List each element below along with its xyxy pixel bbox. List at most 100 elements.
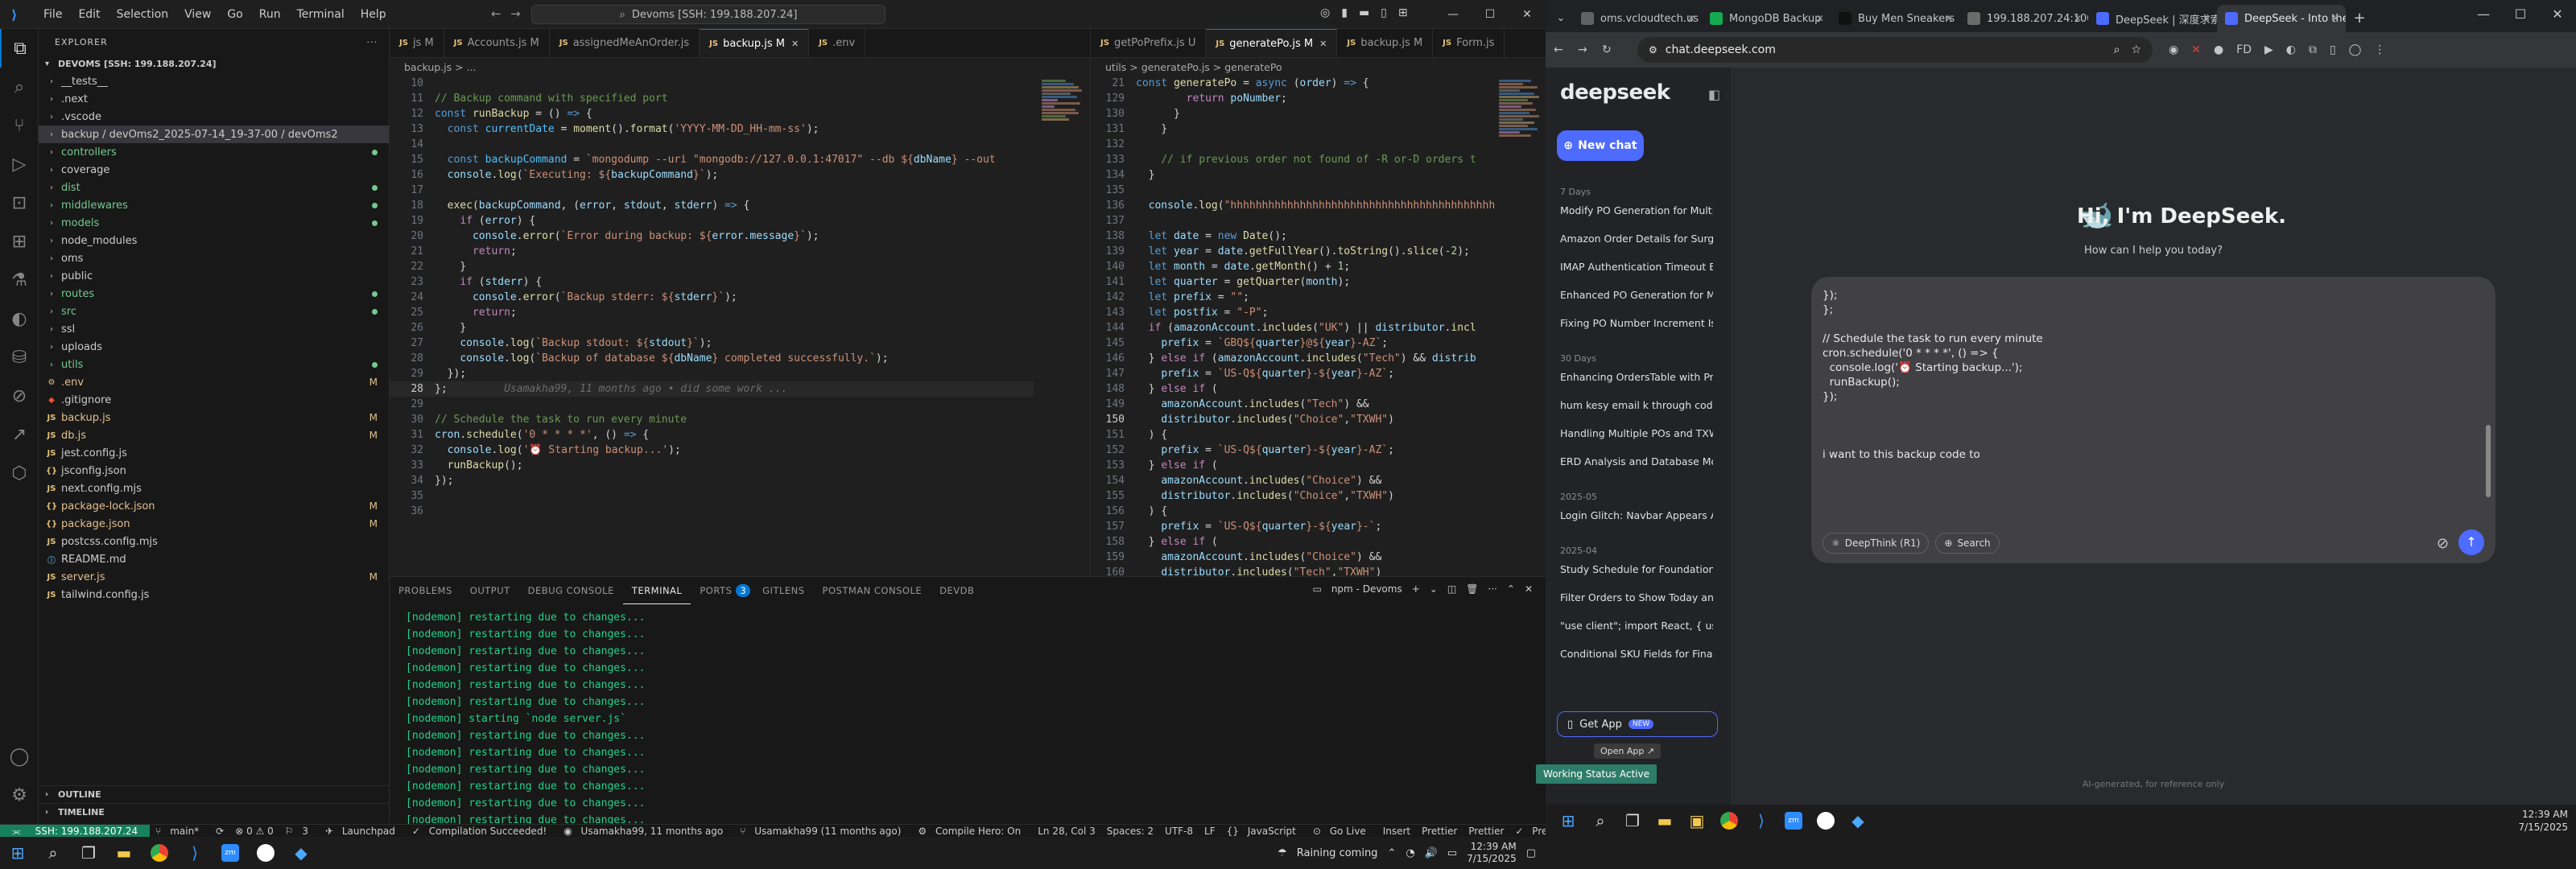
site-info-icon[interactable]: ⚙ [1649, 44, 1657, 56]
working-status-badge[interactable]: Working Status Active [1536, 764, 1657, 784]
menu-terminal[interactable]: Terminal [289, 8, 353, 21]
menu-file[interactable]: File [35, 8, 70, 21]
forward-icon[interactable]: → [1578, 43, 1602, 56]
extension-icon-4[interactable]: FD [2236, 43, 2252, 56]
extension-icon-5[interactable]: ▶ [2264, 43, 2273, 56]
extension-icon-1[interactable]: ◉ [2169, 43, 2178, 56]
branch-status[interactable]: ⑂ main* [150, 826, 210, 837]
history-item[interactable]: IMAP Authentication Timeout Er [1560, 261, 1713, 273]
close-tab-icon[interactable]: ✕ [2331, 13, 2339, 24]
cursor-position[interactable]: Ln 28, Col 3 [1032, 826, 1101, 837]
gitlens-status[interactable]: ⑂ Usamakha99 (11 months ago) [734, 826, 912, 837]
ports-status[interactable]: ⚐ 3 [279, 826, 320, 837]
wifi-icon[interactable]: ◔ [1406, 847, 1414, 859]
chevron-down-icon[interactable]: ⌄ [1430, 583, 1438, 595]
reload-icon[interactable]: ↻ [1602, 43, 1626, 56]
browser-tab[interactable]: DeepSeek | 深度求索 ✕ [2088, 5, 2217, 32]
close-tab-icon[interactable]: ✕ [2074, 13, 2082, 24]
get-app-button[interactable]: ▯ Get App NEW [1557, 711, 1718, 737]
history-item[interactable]: Amazon Order Details for Surge [1560, 233, 1713, 245]
folder-item[interactable]: › oms [39, 249, 389, 267]
folder-item[interactable]: › models [39, 214, 389, 232]
live-share-icon[interactable]: ↗ [0, 415, 39, 454]
history-item[interactable]: Study Schedule for Foundation Y [1560, 563, 1713, 575]
folder-item[interactable]: › __tests__ [39, 72, 389, 90]
bookmark-star-icon[interactable]: ☆ [2131, 43, 2141, 56]
history-item[interactable]: Enhanced PO Generation for Mu [1560, 289, 1713, 301]
history-item[interactable]: Filter Orders to Show Today and [1560, 591, 1713, 603]
indentation[interactable]: Spaces: 2 [1101, 826, 1159, 837]
back-arrow-icon[interactable]: ← [491, 6, 502, 21]
menu-run[interactable]: Run [251, 8, 289, 21]
menu-view[interactable]: View [176, 8, 219, 21]
weather-label[interactable]: Raining coming [1297, 847, 1378, 859]
folder-item[interactable]: › .vscode [39, 108, 389, 126]
panel-tab-terminal[interactable]: TERMINAL [622, 577, 691, 604]
folder-item[interactable]: › controllers [39, 143, 389, 161]
extension-icon-2[interactable]: ✕ [2191, 43, 2201, 56]
folder-item[interactable]: › coverage [39, 161, 389, 179]
history-item[interactable]: Enhancing OrdersTable with Pro [1560, 371, 1713, 383]
minimize-icon[interactable]: — [2465, 0, 2502, 29]
store-icon[interactable]: ▣ [1681, 805, 1713, 837]
extension-icon-6[interactable]: ◐ [2286, 43, 2296, 56]
editor-tab[interactable]: JS Accounts.js M [444, 29, 550, 57]
postman-icon[interactable]: ⊘ [0, 377, 39, 415]
menu-edit[interactable]: Edit [70, 8, 108, 21]
browser-tab[interactable]: 199.188.207.24:10000✕ [1959, 5, 2088, 32]
panel-tab-problems[interactable]: PROBLEMS [390, 577, 461, 604]
line-ending[interactable]: LF [1199, 826, 1221, 837]
terminal-output[interactable]: [nodemon] restarting due to changes... [n… [390, 604, 1546, 834]
more-actions-icon[interactable]: ··· [1488, 583, 1496, 595]
panel-tab-devdb[interactable]: DEVDB [931, 577, 983, 604]
app-icon[interactable] [1810, 805, 1842, 837]
new-chat-button[interactable]: ⊕ New chat [1557, 130, 1644, 161]
panel-tab-gitlens[interactable]: GITLENS [753, 577, 813, 604]
file-item[interactable]: {} package.json M [39, 515, 389, 533]
file-item[interactable]: JS db.js M [39, 426, 389, 444]
file-item[interactable]: JS jest.config.js [39, 444, 389, 462]
timeline-section[interactable]: › TIMELINE [39, 803, 390, 821]
maximize-panel-icon[interactable]: ⌃ [1507, 583, 1515, 595]
workspace-root[interactable]: ▾ DEVOMS [SSH: 199.188.207.24] [39, 55, 389, 72]
folder-item[interactable]: › utils [39, 356, 389, 373]
panel-tab-output[interactable]: OUTPUT [461, 577, 519, 604]
explorer-icon[interactable]: ⧉ [0, 29, 39, 68]
remote-indicator[interactable]: ⫘ SSH: 199.188.207.24 [0, 824, 151, 837]
editor-tab[interactable]: JS getPoPrefix.js U [1091, 29, 1207, 57]
accounts-icon[interactable]: ◯ [0, 737, 39, 776]
folder-item[interactable]: › public [39, 267, 389, 285]
command-center[interactable]: ⌕ Devoms [SSH: 199.188.207.24] [531, 5, 886, 24]
panel-tab-debug-console[interactable]: DEBUG CONSOLE [519, 577, 623, 604]
search-icon[interactable]: ⌕ [35, 837, 71, 869]
search-icon[interactable]: ⌕ [0, 68, 39, 106]
settings-gear-icon[interactable]: ⚙ [0, 776, 39, 814]
devdb-icon[interactable]: ⛁ [0, 338, 39, 377]
compile-status[interactable]: ✓ Compilation Succeeded! [407, 826, 558, 837]
prettier-status-2[interactable]: Prettier [1463, 826, 1509, 837]
file-item[interactable]: JS next.config.mjs [39, 480, 389, 497]
search-icon[interactable]: ⌕ [1584, 805, 1616, 837]
extension-icon-3[interactable]: ● [2214, 43, 2223, 56]
profile-avatar[interactable]: ◯ [2349, 43, 2362, 56]
deepseek-logo[interactable]: deepseek [1560, 80, 1670, 105]
close-tab-icon[interactable]: ✕ [1319, 39, 1327, 49]
menu-help[interactable]: Help [353, 8, 394, 21]
history-item[interactable]: Conditional SKU Fields for Finan [1560, 648, 1713, 660]
vscode-icon[interactable]: ⟩ [177, 837, 213, 869]
tab-search-icon[interactable]: ⌄ [1549, 5, 1573, 32]
file-item[interactable]: JS postcss.config.mjs [39, 533, 389, 550]
run-debug-icon[interactable]: ▷ [0, 145, 39, 183]
close-icon[interactable]: ✕ [1509, 0, 1546, 29]
task-view-icon[interactable]: ❐ [1616, 805, 1649, 837]
history-item[interactable]: Fixing PO Number Increment Iss [1560, 317, 1713, 329]
extensions-puzzle-icon[interactable]: ⧉ [2309, 43, 2317, 56]
file-item[interactable]: {} package-lock.json M [39, 497, 389, 515]
editor-tab[interactable]: JS backup.js M ✕ [700, 29, 810, 57]
history-item[interactable]: "use client"; import React, { us [1560, 620, 1713, 632]
collapse-sidebar-icon[interactable]: ◧ [1708, 87, 1720, 102]
volume-icon[interactable]: 🔊 [1425, 847, 1438, 859]
history-item[interactable]: ERD Analysis and Database Mod [1560, 455, 1713, 467]
notification-icon[interactable]: ▢ [1526, 847, 1536, 859]
folder-item[interactable]: › backup / devOms2_2025-07-14_19-37-00 / … [39, 126, 389, 143]
